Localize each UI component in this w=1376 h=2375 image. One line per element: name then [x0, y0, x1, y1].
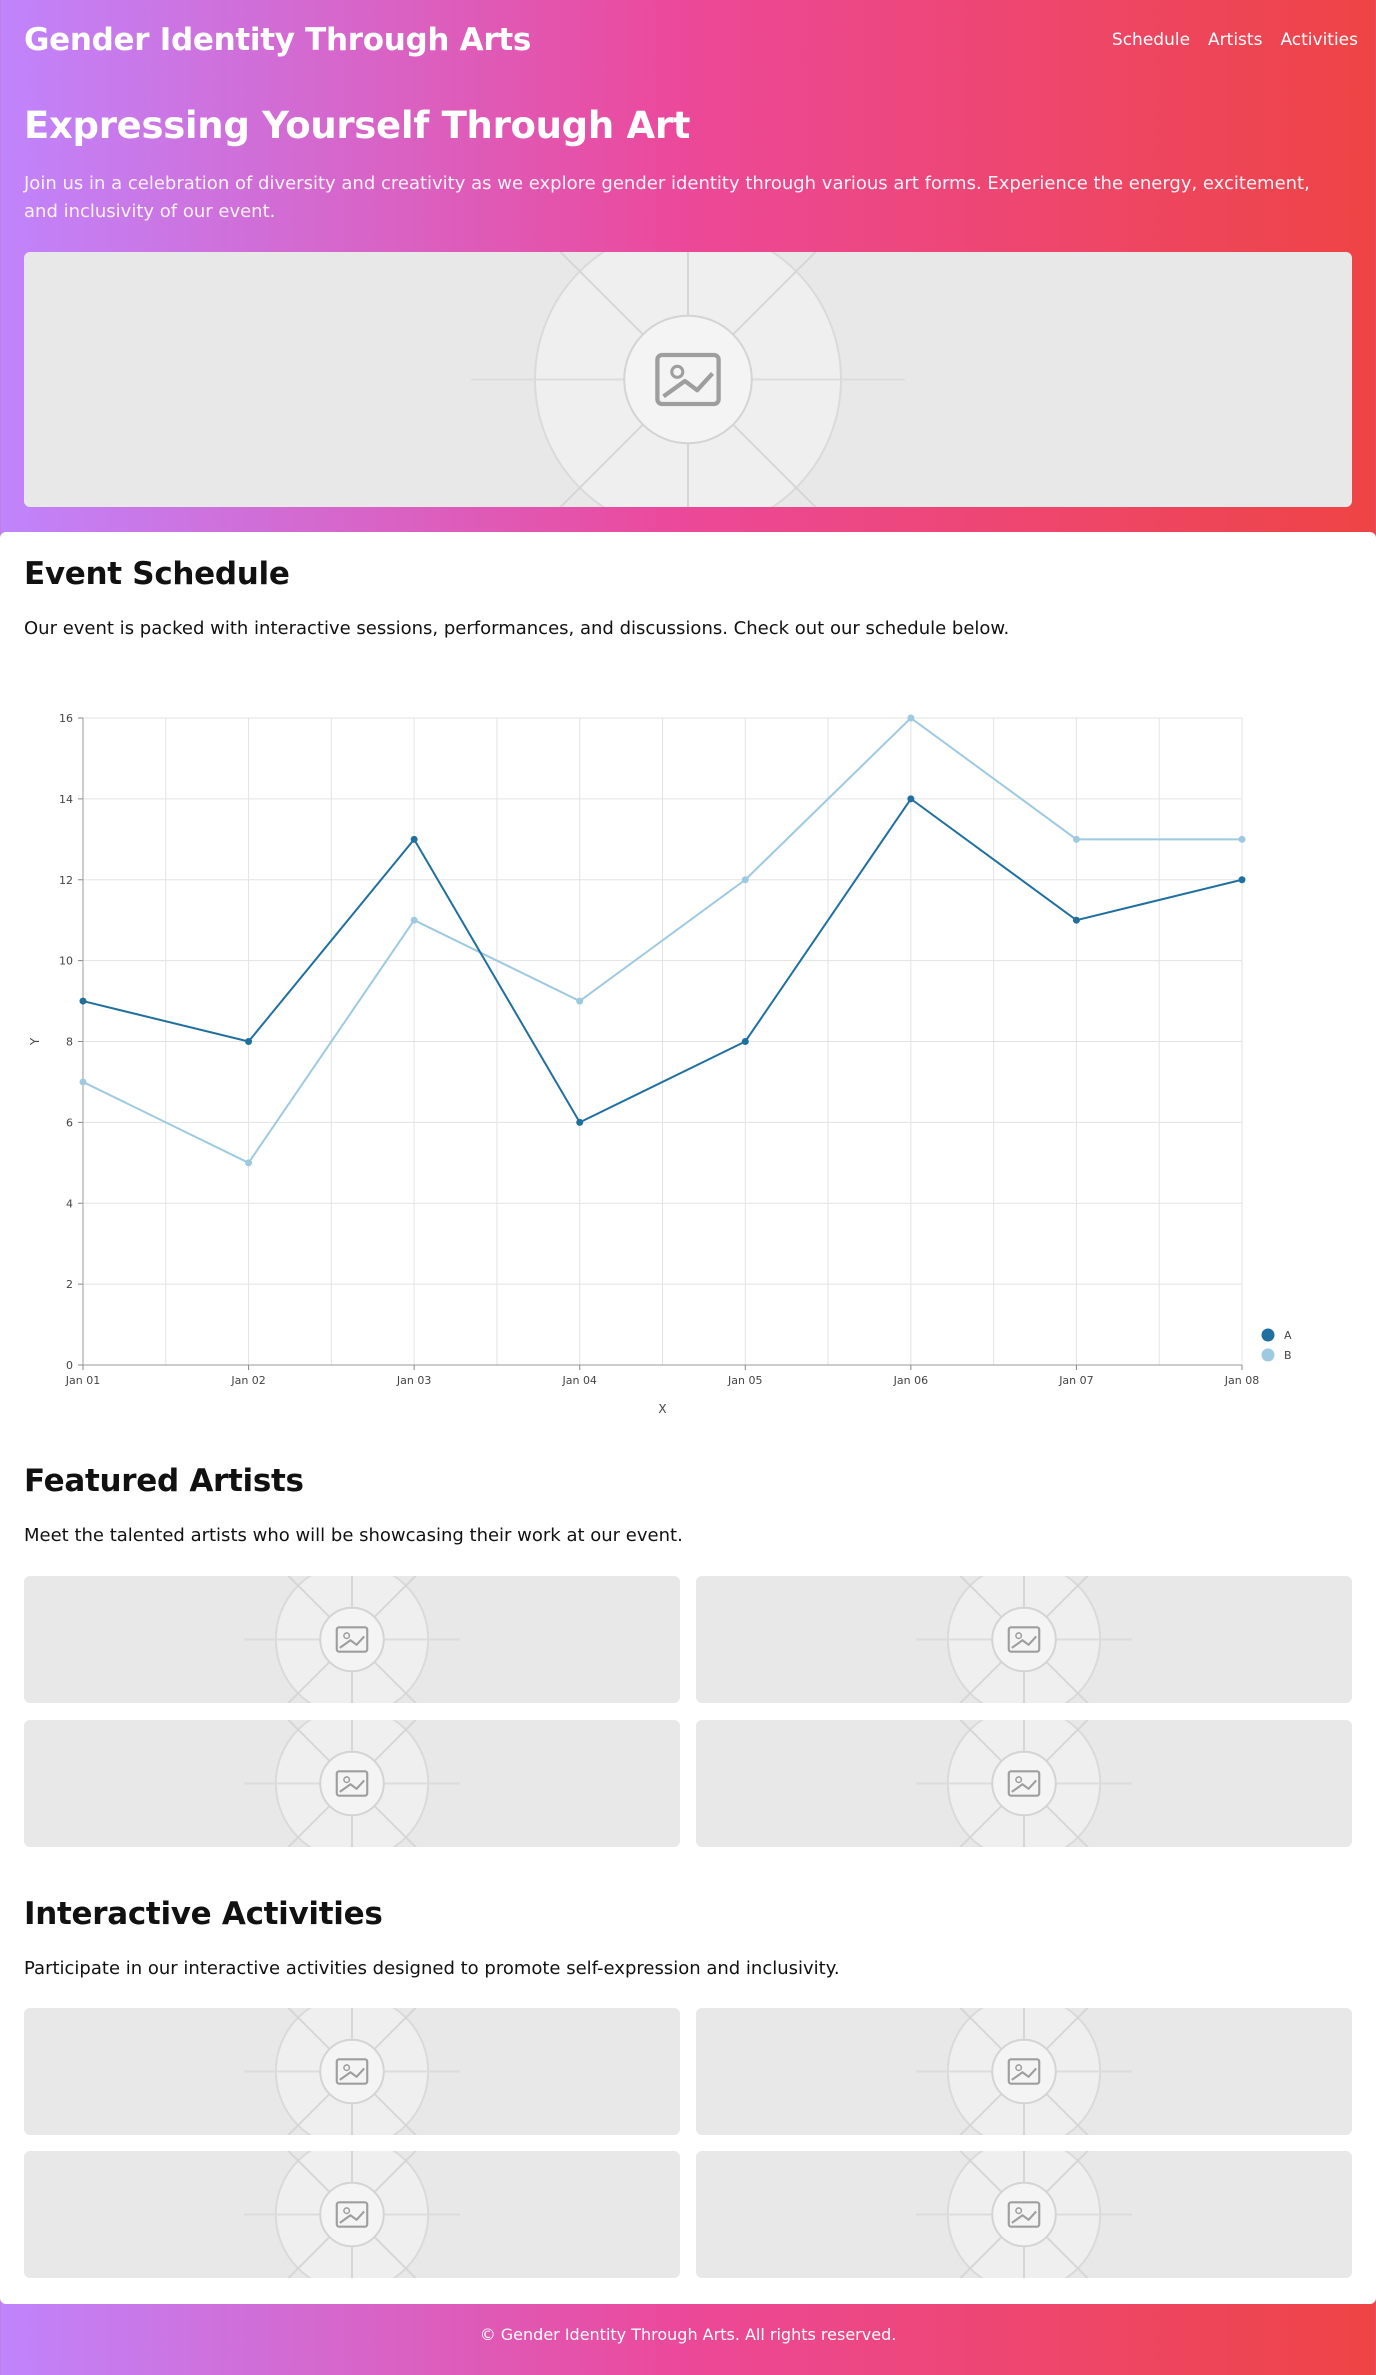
y-axis-label: Y — [28, 1037, 42, 1046]
data-point-a[interactable] — [79, 997, 87, 1005]
artists-text: Meet the talented artists who will be sh… — [24, 1525, 683, 1546]
data-point-b[interactable] — [741, 876, 749, 884]
y-tick-label: 4 — [66, 1197, 73, 1210]
legend-label-b: B — [1284, 1349, 1292, 1362]
x-tick-label: Jan 07 — [1058, 1374, 1093, 1387]
data-point-b[interactable] — [1238, 835, 1246, 843]
activity-card[interactable] — [696, 2008, 1352, 2135]
data-point-b[interactable] — [245, 1159, 253, 1167]
placeholder-graphic — [471, 252, 905, 507]
y-tick-label: 16 — [59, 712, 73, 725]
placeholder-graphic — [244, 2008, 460, 2135]
schedule-title: Event Schedule — [24, 556, 290, 592]
activity-card[interactable] — [24, 2008, 680, 2135]
y-tick-label: 0 — [66, 1359, 73, 1372]
data-point-a[interactable] — [410, 835, 418, 843]
data-point-a[interactable] — [245, 1038, 253, 1045]
x-tick-label: Jan 02 — [230, 1374, 265, 1387]
site-brand[interactable]: Gender Identity Through Arts — [24, 22, 531, 58]
hero-title: Expressing Yourself Through Art — [24, 104, 691, 147]
data-point-b[interactable] — [576, 997, 584, 1005]
data-point-a[interactable] — [576, 1118, 584, 1126]
data-point-b[interactable] — [907, 714, 915, 722]
schedule-text: Our event is packed with interactive ses… — [24, 618, 1010, 639]
x-tick-label: Jan 06 — [893, 1374, 928, 1387]
artist-card[interactable] — [696, 1720, 1352, 1847]
placeholder-graphic — [244, 1576, 460, 1703]
nav-link-artists[interactable]: Artists — [1208, 30, 1262, 50]
y-tick-label: 10 — [59, 955, 73, 968]
y-tick-label: 2 — [66, 1278, 73, 1291]
y-tick-label: 6 — [66, 1116, 73, 1129]
artists-title: Featured Artists — [24, 1463, 304, 1499]
y-tick-label: 12 — [59, 874, 73, 887]
placeholder-graphic — [244, 2151, 460, 2278]
data-point-b[interactable] — [79, 1078, 87, 1086]
activities-text: Participate in our interactive activitie… — [24, 1958, 840, 1979]
data-point-a[interactable] — [1072, 916, 1080, 924]
legend-swatch-b — [1261, 1348, 1275, 1362]
hero-image-placeholder — [24, 252, 1352, 507]
legend-label-a: A — [1284, 1329, 1292, 1342]
y-tick-label: 8 — [66, 1036, 73, 1049]
placeholder-graphic — [916, 2008, 1132, 2135]
legend-swatch-a — [1261, 1328, 1275, 1342]
placeholder-graphic — [244, 1720, 460, 1847]
x-axis-label: X — [658, 1402, 666, 1416]
data-point-b[interactable] — [410, 916, 418, 924]
data-point-a[interactable] — [1238, 876, 1246, 884]
activity-card[interactable] — [24, 2151, 680, 2278]
hero-text: Join us in a celebration of diversity an… — [24, 173, 1310, 222]
x-tick-label: Jan 03 — [396, 1374, 431, 1387]
data-point-a[interactable] — [907, 795, 915, 803]
nav-link-activities[interactable]: Activities — [1280, 30, 1358, 50]
activities-title: Interactive Activities — [24, 1896, 383, 1932]
y-tick-label: 14 — [59, 793, 73, 806]
placeholder-graphic — [916, 2151, 1132, 2278]
x-tick-label: Jan 01 — [65, 1374, 100, 1387]
x-tick-label: Jan 04 — [561, 1374, 596, 1387]
placeholder-graphic — [916, 1720, 1132, 1847]
nav-link-schedule[interactable]: Schedule — [1112, 30, 1190, 50]
artist-card[interactable] — [696, 1576, 1352, 1703]
data-point-a[interactable] — [741, 1038, 749, 1045]
placeholder-graphic — [916, 1576, 1132, 1703]
main-nav: Schedule Artists Activities — [1112, 30, 1358, 50]
site-header: Gender Identity Through Arts Schedule Ar… — [0, 0, 1376, 85]
x-tick-label: Jan 08 — [1224, 1374, 1259, 1387]
artist-card[interactable] — [24, 1576, 680, 1703]
x-tick-label: Jan 05 — [727, 1374, 762, 1387]
artist-card[interactable] — [24, 1720, 680, 1847]
schedule-chart: 0 2 4 6 8 10 12 14 16 Jan 01 Jan 02 Jan 03 Jan 04 Jan… — [28, 712, 1292, 1416]
site-footer: © Gender Identity Through Arts. All righ… — [479, 2325, 897, 2344]
activity-card[interactable] — [696, 2151, 1352, 2278]
data-point-b[interactable] — [1072, 835, 1080, 843]
